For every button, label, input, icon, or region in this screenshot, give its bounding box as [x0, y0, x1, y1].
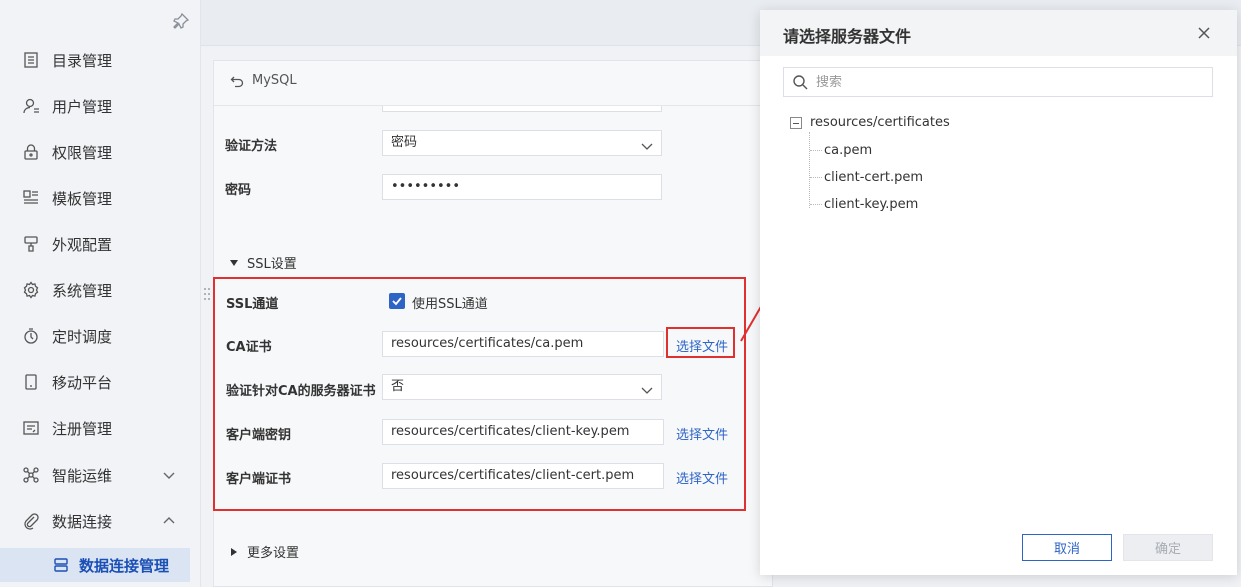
check-icon	[392, 297, 402, 306]
database-icon	[53, 557, 69, 573]
close-icon[interactable]	[1196, 25, 1212, 41]
sidebar-item-catalog[interactable]: 目录管理	[0, 40, 201, 80]
caret-down-icon	[229, 258, 239, 268]
sidebar: 目录管理 用户管理 权限管理 模板管理 外观配置 系统管理 定时调度 移动平台 …	[0, 0, 201, 587]
tree-file-item[interactable]: client-cert.pem	[810, 170, 923, 185]
tree-connector	[810, 177, 822, 178]
client-cert-input[interactable]: resources/certificates/client-cert.pem	[382, 463, 664, 489]
client-cert-value: resources/certificates/client-cert.pem	[391, 468, 635, 483]
chevron-down-icon	[641, 381, 653, 394]
partial-input-field[interactable]	[382, 106, 662, 112]
template-icon	[22, 189, 40, 207]
ssl-checkbox[interactable]	[389, 293, 405, 309]
mobile-icon	[22, 373, 40, 391]
tree-file-label: ca.pem	[824, 143, 873, 158]
file-search-input[interactable]	[816, 74, 1196, 90]
sidebar-item-label: 外观配置	[52, 235, 113, 254]
tree-folder-label: resources/certificates	[810, 115, 950, 130]
sidebar-item-appearance[interactable]: 外观配置	[0, 224, 201, 264]
sidebar-sub-label: 数据连接管理	[79, 556, 170, 575]
client-cert-label: 客户端证书	[226, 472, 292, 487]
verify-server-cert-label: 验证针对CA的服务器证书	[226, 384, 376, 399]
dialog-title: 请选择服务器文件	[783, 27, 912, 46]
chevron-down-icon	[162, 468, 176, 482]
password-input[interactable]: •••••••••	[382, 174, 662, 200]
tree-file-item[interactable]: ca.pem	[810, 143, 872, 158]
back-link[interactable]: MySQL	[230, 73, 297, 88]
confirm-button[interactable]: 确定	[1123, 534, 1213, 561]
verify-server-cert-value: 否	[391, 379, 405, 394]
tree-connector	[810, 150, 822, 151]
sidebar-item-system[interactable]: 系统管理	[0, 270, 201, 310]
gear-icon	[22, 281, 40, 299]
sidebar-item-data-connection[interactable]: 数据连接	[0, 501, 201, 541]
chevron-up-icon	[162, 514, 176, 528]
tree-file-label: client-key.pem	[824, 197, 919, 212]
timer-icon	[22, 327, 40, 345]
auth-method-label: 验证方法	[225, 139, 278, 154]
choose-file-highlight	[666, 327, 735, 358]
lock-icon	[22, 143, 40, 161]
sidebar-item-mobile[interactable]: 移动平台	[0, 362, 201, 402]
client-key-value: resources/certificates/client-key.pem	[391, 424, 630, 439]
client-cert-choose-file-link[interactable]: 选择文件	[676, 468, 728, 487]
brush-icon	[22, 235, 40, 253]
tree-file-item[interactable]: client-key.pem	[810, 197, 918, 212]
sidebar-item-label: 系统管理	[52, 281, 113, 300]
sidebar-item-label: 定时调度	[52, 327, 113, 346]
verify-server-cert-select[interactable]: 否	[382, 374, 662, 400]
drag-handle-icon[interactable]	[203, 287, 211, 301]
ssl-section-header[interactable]: SSL设置	[229, 253, 297, 272]
select-server-file-dialog: 请选择服务器文件 resources/certificates ca.pem c…	[760, 10, 1237, 575]
client-key-input[interactable]: resources/certificates/client-key.pem	[382, 419, 664, 445]
password-value: •••••••••	[391, 179, 461, 194]
ca-cert-value: resources/certificates/ca.pem	[391, 336, 584, 351]
dialog-header: 请选择服务器文件	[760, 10, 1237, 56]
sidebar-item-label: 注册管理	[52, 419, 113, 438]
sidebar-item-register[interactable]: 注册管理	[0, 408, 201, 448]
sidebar-item-label: 目录管理	[52, 51, 113, 70]
user-icon	[22, 97, 40, 115]
back-arrow-icon	[230, 74, 244, 88]
sidebar-item-data-connection-management[interactable]: 数据连接管理	[0, 548, 190, 582]
sidebar-item-label: 权限管理	[52, 143, 113, 162]
tree-folder-root[interactable]: resources/certificates	[790, 115, 950, 130]
ssl-section-title: SSL设置	[247, 257, 297, 272]
back-label: MySQL	[252, 73, 297, 88]
sidebar-item-label: 模板管理	[52, 189, 113, 208]
client-key-label: 客户端密钥	[226, 428, 292, 443]
sidebar-item-label: 智能运维	[52, 466, 113, 485]
catalog-icon	[22, 51, 40, 69]
pin-icon[interactable]	[172, 12, 190, 30]
ssl-checkbox-label: 使用SSL通道	[412, 297, 488, 312]
ops-icon	[22, 466, 40, 484]
tree-file-label: client-cert.pem	[824, 170, 924, 185]
sidebar-item-label: 移动平台	[52, 373, 113, 392]
sidebar-item-scheduler[interactable]: 定时调度	[0, 316, 201, 356]
collapse-icon[interactable]	[790, 116, 802, 129]
caret-right-icon	[229, 547, 239, 557]
client-key-choose-file-link[interactable]: 选择文件	[676, 424, 728, 443]
more-settings-header[interactable]: 更多设置	[229, 542, 299, 561]
ssl-channel-label: SSL通道	[226, 297, 279, 312]
password-label: 密码	[225, 183, 252, 198]
sidebar-item-label: 用户管理	[52, 97, 113, 116]
sidebar-item-users[interactable]: 用户管理	[0, 86, 201, 126]
chevron-down-icon	[641, 137, 653, 150]
sidebar-item-templates[interactable]: 模板管理	[0, 178, 201, 218]
ca-cert-label: CA证书	[226, 340, 272, 355]
sidebar-item-label: 数据连接	[52, 512, 113, 531]
sidebar-item-permissions[interactable]: 权限管理	[0, 132, 201, 172]
register-icon	[22, 419, 40, 437]
cancel-button[interactable]: 取消	[1022, 534, 1112, 561]
file-search-box[interactable]	[783, 67, 1213, 97]
link-icon	[22, 512, 40, 530]
auth-method-select[interactable]: 密码	[382, 130, 662, 156]
search-icon	[792, 74, 808, 90]
auth-method-value: 密码	[391, 135, 418, 150]
ca-cert-input[interactable]: resources/certificates/ca.pem	[382, 331, 664, 357]
more-settings-title: 更多设置	[247, 546, 300, 561]
sidebar-item-ops[interactable]: 智能运维	[0, 455, 201, 495]
tree-connector	[810, 204, 822, 205]
